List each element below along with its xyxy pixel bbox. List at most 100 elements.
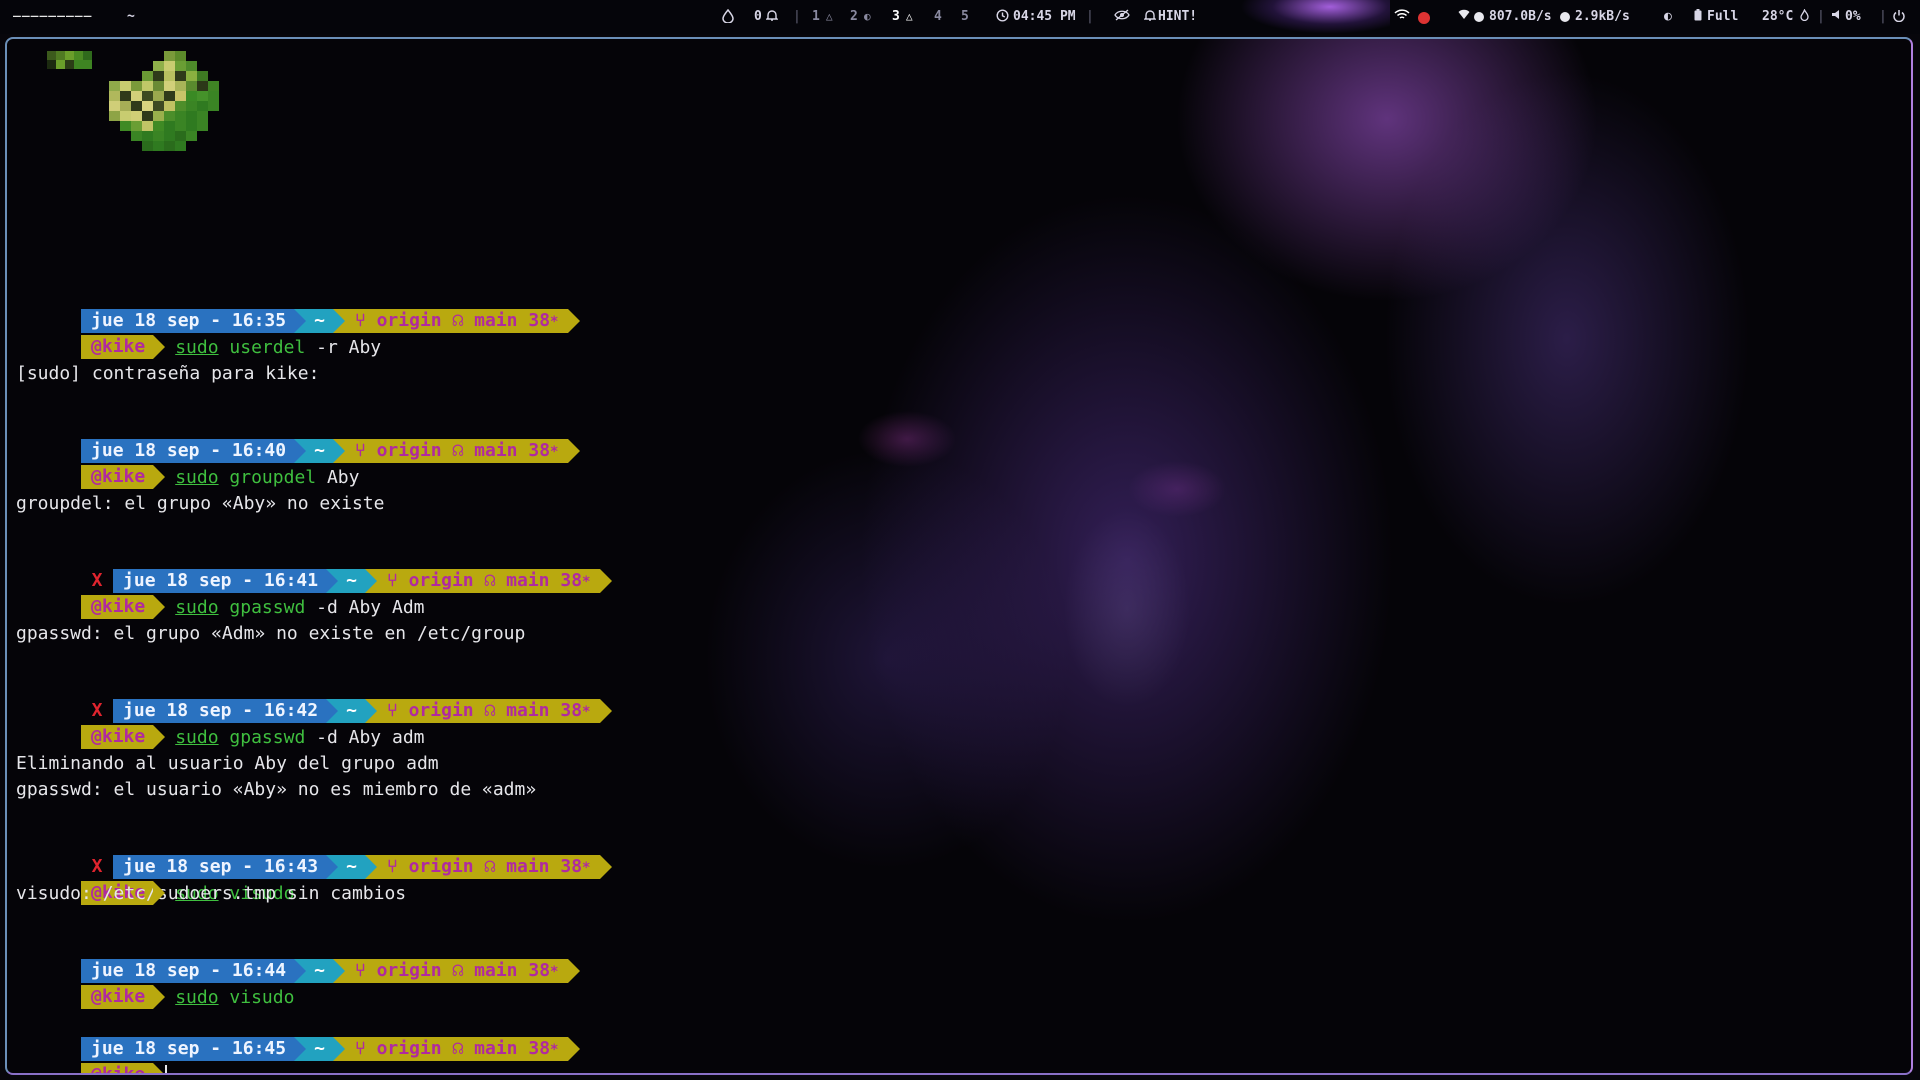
workspace-4[interactable]: 4 xyxy=(934,9,942,25)
volume-level[interactable]: 0% xyxy=(1845,9,1861,25)
prompt-header: Xjue 18 sep - 16:42 ~ ⑂ origin ☊ main 38* xyxy=(16,673,612,723)
prompt-command-line: @kike sudo gpasswd -d Aby adm xyxy=(16,699,425,749)
command-output: visudo: /etc/sudoers.tmp sin cambios xyxy=(16,883,407,904)
net-download-speed: 807.0B/s xyxy=(1489,9,1552,24)
bar-user-label[interactable]: _________ xyxy=(13,3,92,19)
cmd-sudo: sudo xyxy=(175,467,219,488)
command-output: groupdel: el grupo «Aby» no existe xyxy=(16,493,385,514)
star-icon: * xyxy=(582,860,591,876)
prompt-git: ⑂ origin ☊ main 38* xyxy=(332,1037,580,1061)
bar-divider: | xyxy=(1879,9,1887,24)
cmd-sudo: sudo xyxy=(175,987,219,1008)
prompt-user: @kike xyxy=(81,335,166,359)
pixel-art-logo xyxy=(47,51,219,151)
prompt-header: Xjue 18 sep - 16:41 ~ ⑂ origin ☊ main 38* xyxy=(16,543,612,593)
power-icon[interactable] xyxy=(1893,9,1905,27)
command-output: Eliminando al usuario Aby del grupo adm xyxy=(16,753,439,774)
prompt-command-line: @kike sudo groupdel Aby xyxy=(16,439,359,489)
prompt-user: @kike xyxy=(81,725,166,749)
star-icon: * xyxy=(550,964,559,980)
command-output: [sudo] contraseña para kike: xyxy=(16,363,320,384)
bell-icon[interactable] xyxy=(765,9,779,27)
prompt-user: @kike xyxy=(81,465,166,489)
triangle-icon: △ xyxy=(826,10,833,23)
bar-cwd-label: ~ xyxy=(127,9,135,24)
temperature-value: 28°C xyxy=(1762,9,1794,24)
prompt-command-line: @kike sudo visudo xyxy=(16,959,294,1009)
prompt-command-line: @kike sudo gpasswd -d Aby Adm xyxy=(16,569,425,619)
prompt-command-line: @kike sudo visudo xyxy=(16,855,294,905)
cmd-sudo: sudo xyxy=(175,337,219,358)
wifi-icon[interactable] xyxy=(1394,9,1410,26)
cmd-bin: visudo xyxy=(229,987,295,1008)
net-upload-speed: 2.9kB/s xyxy=(1575,9,1630,24)
brightness-icon[interactable]: ◐ xyxy=(1664,9,1672,25)
command-output: gpasswd: el usuario «Aby» no es miembro … xyxy=(16,779,537,800)
prompt-git: ⑂ origin ☊ main 38* xyxy=(332,959,580,983)
cmd-bin: userdel xyxy=(229,337,306,358)
prompt-header: jue 18 sep - 16:45 ~ ⑂ origin ☊ main 38* xyxy=(16,1011,580,1061)
branch-icon: ⑂ xyxy=(354,960,377,981)
cmd-sudo: sudo xyxy=(175,597,219,618)
bell-icon xyxy=(1143,9,1157,27)
eye-slash-icon[interactable] xyxy=(1114,9,1130,26)
branch-icon: ⑂ xyxy=(386,856,409,877)
status-bar: _________ ~ 0 | 1 △ 2 ◐ 3 △ 4 5 04:45 PM… xyxy=(0,0,1920,34)
prompt-git: ⑂ origin ☊ main 38* xyxy=(332,439,580,463)
battery-icon xyxy=(1694,9,1702,26)
command-output: gpasswd: el grupo «Adm» no existe en /et… xyxy=(16,623,526,644)
cmd-args: -r Aby xyxy=(316,337,382,358)
hint-label[interactable]: HINT! xyxy=(1158,9,1197,25)
terminal-window[interactable]: jue 18 sep - 16:35 ~ ⑂ origin ☊ main 38* @… xyxy=(5,37,1913,1075)
mic-muted-icon[interactable] xyxy=(1418,10,1430,26)
prompt-header: Xjue 18 sep - 16:43 ~ ⑂ origin ☊ main 38* xyxy=(16,829,612,879)
github-icon: ☊ xyxy=(484,570,507,591)
bar-divider: | xyxy=(1817,9,1825,24)
cmd-args: Aby xyxy=(326,467,360,488)
github-icon: ☊ xyxy=(484,856,507,877)
prompt-command-line[interactable]: @kike xyxy=(16,1037,168,1073)
moon-icon: ◐ xyxy=(864,10,871,23)
download-icon xyxy=(1474,9,1487,25)
star-icon: * xyxy=(550,1042,559,1058)
prompt-header: jue 18 sep - 16:40 ~ ⑂ origin ☊ main 38* xyxy=(16,413,580,463)
cmd-args: -d Aby Adm xyxy=(316,597,425,618)
droplet-icon xyxy=(722,8,734,28)
prompt-header: jue 18 sep - 16:35 ~ ⑂ origin ☊ main 38* xyxy=(16,283,580,333)
workspace-1[interactable]: 1 xyxy=(812,9,820,25)
cmd-bin: gpasswd xyxy=(229,727,306,748)
clock-time[interactable]: 04:45 PM xyxy=(1013,9,1076,25)
star-icon: * xyxy=(582,574,591,590)
prompt-user: @kike xyxy=(81,985,166,1009)
volume-icon[interactable] xyxy=(1831,9,1841,25)
cmd-sudo: sudo xyxy=(175,727,219,748)
star-icon: * xyxy=(582,704,591,720)
prompt-user: @kike xyxy=(81,1063,166,1073)
flame-icon xyxy=(1800,8,1809,26)
wallpaper-glow xyxy=(1240,0,1390,34)
prompt-command-line: @kike sudo userdel -r Aby xyxy=(16,309,381,359)
github-icon: ☊ xyxy=(452,310,475,331)
bar-divider: | xyxy=(1086,9,1094,24)
github-icon: ☊ xyxy=(452,440,475,461)
github-icon: ☊ xyxy=(452,1038,475,1059)
star-icon: * xyxy=(550,444,559,460)
triangle-icon: △ xyxy=(906,10,913,23)
github-icon: ☊ xyxy=(484,700,507,721)
branch-icon: ⑂ xyxy=(354,1038,377,1059)
star-icon: * xyxy=(550,314,559,330)
battery-status[interactable]: Full xyxy=(1707,9,1738,25)
notification-count[interactable]: 0 xyxy=(754,9,762,25)
cmd-args: -d Aby adm xyxy=(316,727,425,748)
prompt-header: jue 18 sep - 16:44 ~ ⑂ origin ☊ main 38* xyxy=(16,933,580,983)
cmd-bin: gpasswd xyxy=(229,597,306,618)
github-icon: ☊ xyxy=(452,960,475,981)
cmd-bin: groupdel xyxy=(229,467,317,488)
text-cursor[interactable] xyxy=(165,1065,168,1073)
prompt-git: ⑂ origin ☊ main 38* xyxy=(364,855,612,879)
clock-icon xyxy=(996,9,1009,27)
workspace-5[interactable]: 5 xyxy=(961,9,969,25)
workspace-2[interactable]: 2 xyxy=(850,9,858,25)
wifi-icon xyxy=(1458,9,1470,25)
workspace-3-active[interactable]: 3 xyxy=(892,9,900,25)
